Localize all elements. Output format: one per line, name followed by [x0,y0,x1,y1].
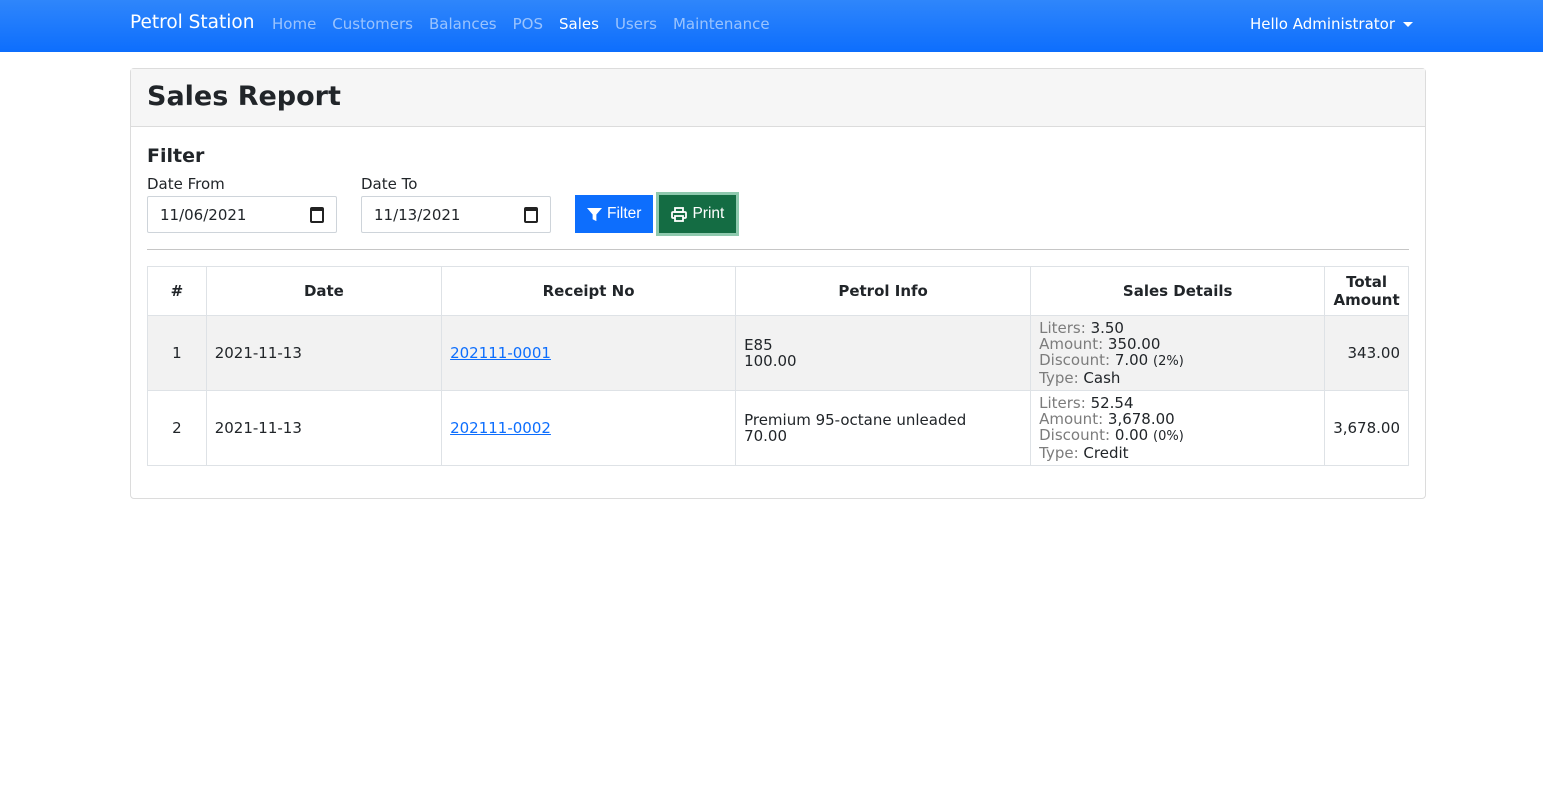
date-to-label: Date To [361,175,418,193]
table-row: 1 2021-11-13 202111-0001 E85 100.00 Lite… [147,315,1409,391]
card-header: Sales Report [131,69,1425,127]
col-header-number: # [147,266,207,316]
discount-percent: (2%) [1153,354,1184,369]
filter-button-label: Filter [607,205,642,222]
nav-item-maintenance[interactable]: Maintenance [673,15,770,33]
date-to-group: Date To 11/13/2021 [361,175,551,233]
date-from-input[interactable]: 11/06/2021 [147,196,337,233]
row-petrol-info: Premium 95-octane unleaded 70.00 [735,390,1032,466]
row-receipt-cell: 202111-0001 [441,315,737,391]
type-value: Cash [1083,369,1121,387]
col-header-total-amount: Total Amount [1324,266,1409,316]
receipt-link[interactable]: 202111-0002 [450,419,551,437]
discount-value: 0.00 [1114,426,1149,444]
printer-icon [671,206,688,222]
caret-down-icon [1403,21,1413,27]
type-label: Type: [1039,444,1079,462]
filter-icon [587,207,602,221]
discount-label: Discount: [1039,351,1111,369]
petrol-name: E85 [744,336,773,354]
divider [147,249,1409,250]
navbar: Petrol Station Home Customers Balances P… [0,0,1543,52]
row-sales-details: Liters: 52.54 Amount: 3,678.00 Discount:… [1030,390,1326,466]
col-header-date: Date [205,266,443,316]
print-button[interactable]: Print [659,195,737,233]
user-menu-dropdown[interactable]: Hello Administrator [1250,15,1413,33]
row-date: 2021-11-13 [205,390,443,466]
nav-item-balances[interactable]: Balances [429,15,497,33]
brand-link[interactable]: Petrol Station [130,12,254,33]
col-header-petrol-info: Petrol Info [735,266,1032,316]
print-button-label: Print [692,205,725,222]
nav-item-home[interactable]: Home [272,15,316,33]
date-to-value: 11/13/2021 [374,205,461,224]
petrol-name: Premium 95-octane unleaded [744,411,967,429]
date-from-group: Date From 11/06/2021 [147,175,337,233]
filter-heading: Filter [147,145,205,167]
discount-value: 7.00 [1114,351,1149,369]
sales-report-card: Sales Report Filter Date From 11/06/2021… [130,68,1426,499]
receipt-link[interactable]: 202111-0001 [450,344,551,362]
row-petrol-info: E85 100.00 [735,315,1032,391]
nav-item-customers[interactable]: Customers [332,15,413,33]
table-header-row: # Date Receipt No Petrol Info Sales Deta… [147,266,1409,316]
discount-label: Discount: [1039,426,1111,444]
sales-table: # Date Receipt No Petrol Info Sales Deta… [147,266,1409,466]
row-sales-details: Liters: 3.50 Amount: 350.00 Discount: 7.… [1030,315,1326,391]
nav-item-users[interactable]: Users [615,15,657,33]
date-to-input[interactable]: 11/13/2021 [361,196,551,233]
petrol-price: 70.00 [744,427,788,445]
nav-menu: Home Customers Balances POS Sales Users … [272,15,786,33]
row-total: 3,678.00 [1324,390,1409,466]
nav-item-sales[interactable]: Sales [559,15,599,33]
petrol-price: 100.00 [744,352,797,370]
page-title: Sales Report [147,81,341,112]
row-receipt-cell: 202111-0002 [441,390,737,466]
row-total: 343.00 [1324,315,1409,391]
type-label: Type: [1039,369,1079,387]
card-body: Filter Date From 11/06/2021 Date To 11/1… [131,127,1425,482]
table-row: 2 2021-11-13 202111-0002 Premium 95-octa… [147,390,1409,466]
user-greeting: Hello Administrator [1249,15,1395,33]
col-header-receipt: Receipt No [441,266,737,316]
calendar-icon[interactable] [310,206,324,223]
filter-row: Date From 11/06/2021 Date To 11/13/2021 … [147,175,1409,233]
row-number: 1 [147,315,207,391]
date-from-label: Date From [147,175,225,193]
date-from-value: 11/06/2021 [160,205,247,224]
nav-item-pos[interactable]: POS [513,15,543,33]
col-header-sales-details: Sales Details [1030,266,1326,316]
discount-percent: (0%) [1153,429,1184,444]
row-number: 2 [147,390,207,466]
filter-button[interactable]: Filter [575,195,654,233]
calendar-icon[interactable] [524,206,538,223]
row-date: 2021-11-13 [205,315,443,391]
type-value: Credit [1083,444,1129,462]
